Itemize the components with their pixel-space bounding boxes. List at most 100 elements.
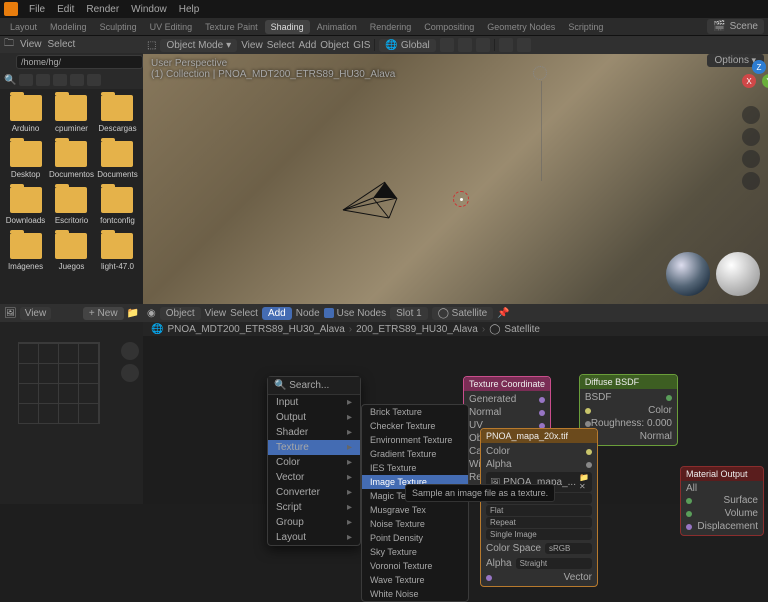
3d-viewport[interactable]: ⬚ Object Mode▾ View Select Add Object GI… <box>143 36 768 304</box>
folder-item[interactable]: Arduino <box>4 95 47 133</box>
addmenu-item[interactable]: Layout▸ <box>268 530 360 545</box>
pin-icon[interactable]: 📌 <box>497 308 509 319</box>
fb-menu-view[interactable]: View <box>20 39 42 50</box>
material-dropdown[interactable]: ◯ Satellite <box>432 307 494 320</box>
uv-pan-icon[interactable] <box>121 342 139 360</box>
menu-file[interactable]: File <box>24 2 50 17</box>
node-material-output[interactable]: Material Output All Surface Volume Displ… <box>680 466 764 536</box>
folder-item[interactable]: Escritorio <box>49 187 94 225</box>
tab-rendering[interactable]: Rendering <box>364 20 418 34</box>
axis-y-icon[interactable]: Y <box>762 74 768 88</box>
slot-dropdown[interactable]: Slot 1 <box>390 307 428 320</box>
np-menu-select[interactable]: Select <box>230 308 258 319</box>
axis-x-icon[interactable]: X <box>742 74 756 88</box>
submenu-item[interactable]: Point Density <box>362 531 468 545</box>
persp-icon[interactable] <box>742 172 760 190</box>
camera-view-icon[interactable] <box>742 150 760 168</box>
shader-type-dropdown[interactable]: Object <box>160 307 201 320</box>
tab-uvediting[interactable]: UV Editing <box>144 20 199 34</box>
submenu-item[interactable]: Noise Texture <box>362 517 468 531</box>
pan-icon[interactable] <box>742 128 760 146</box>
shading-icon[interactable] <box>517 38 531 52</box>
tab-sculpting[interactable]: Sculpting <box>94 20 143 34</box>
addmenu-item[interactable]: Script▸ <box>268 500 360 515</box>
display-thumb-icon[interactable] <box>53 74 67 86</box>
folder-item[interactable]: Juegos <box>49 233 94 271</box>
np-menu-view[interactable]: View <box>205 308 227 319</box>
camera-object[interactable] <box>343 176 403 236</box>
search-icon[interactable]: 🔍 <box>4 75 16 86</box>
addmenu-item[interactable]: Group▸ <box>268 515 360 530</box>
node-image-texture[interactable]: PNOA_mapa_20x.tif Color Alpha 🖼 PNOA_map… <box>480 428 598 587</box>
addmenu-item[interactable]: Color▸ <box>268 455 360 470</box>
image-editor-icon[interactable]: 🖼 <box>4 308 17 319</box>
imgtex-source[interactable]: Single Image <box>486 529 592 540</box>
folder-item[interactable]: fontconfig <box>96 187 139 225</box>
submenu-item[interactable]: Brick Texture <box>362 405 468 419</box>
folder-item[interactable]: Imágenes <box>4 233 47 271</box>
tab-geonodes[interactable]: Geometry Nodes <box>481 20 561 34</box>
submenu-item[interactable]: Checker Texture <box>362 419 468 433</box>
uv-grid[interactable] <box>18 342 100 424</box>
vp-menu-gis[interactable]: GIS <box>353 40 370 51</box>
open-image-icon[interactable]: 📁 <box>127 308 139 319</box>
submenu-item[interactable]: Wave Texture <box>362 573 468 587</box>
addmenu-item[interactable]: Input▸ <box>268 395 360 410</box>
fb-menu-select[interactable]: Select <box>48 39 76 50</box>
folder-item[interactable]: Documentos <box>49 141 94 179</box>
folder-item[interactable]: Documents <box>96 141 139 179</box>
path-input[interactable] <box>16 55 143 69</box>
tab-layout[interactable]: Layout <box>4 20 43 34</box>
vp-menu-add[interactable]: Add <box>298 40 316 51</box>
submenu-item[interactable]: Sky Texture <box>362 545 468 559</box>
uv-zoom-icon[interactable] <box>121 364 139 382</box>
vp-menu-view[interactable]: View <box>241 40 263 51</box>
submenu-item[interactable]: Gradient Texture <box>362 447 468 461</box>
display-mode-icon[interactable] <box>19 74 33 86</box>
scene-selector[interactable]: 🎬Scene <box>707 19 764 34</box>
add-search[interactable]: 🔍 Search... <box>268 377 360 395</box>
submenu-item[interactable]: Environment Texture <box>362 433 468 447</box>
menu-help[interactable]: Help <box>174 2 205 17</box>
fb-editor-icon[interactable]: 🗀 <box>4 36 14 53</box>
proportional-icon[interactable] <box>476 38 490 52</box>
orientation-dropdown[interactable]: 🌐Global <box>379 39 435 52</box>
tab-compositing[interactable]: Compositing <box>418 20 480 34</box>
submenu-item[interactable]: IES Texture <box>362 461 468 475</box>
folder-item[interactable]: Desktop <box>4 141 47 179</box>
pivot-icon[interactable] <box>458 38 472 52</box>
tab-shading[interactable]: Shading <box>265 20 310 34</box>
use-nodes-checkbox[interactable]: Use Nodes <box>324 308 386 319</box>
folder-item[interactable]: light-47.0 <box>96 233 139 271</box>
sort-icon[interactable] <box>70 74 84 86</box>
zoom-icon[interactable] <box>742 106 760 124</box>
axis-z-icon[interactable]: Z <box>752 60 766 74</box>
vp-menu-object[interactable]: Object <box>320 40 349 51</box>
submenu-item[interactable]: Voronoi Texture <box>362 559 468 573</box>
vp-menu-select[interactable]: Select <box>267 40 295 51</box>
tab-texturepaint[interactable]: Texture Paint <box>199 20 264 34</box>
addmenu-item[interactable]: Texture▸ <box>268 440 360 455</box>
folder-item[interactable]: Descargas <box>96 95 139 133</box>
snap-icon[interactable] <box>440 38 454 52</box>
np-menu-node[interactable]: Node <box>296 308 320 319</box>
imgtex-ext[interactable]: Repeat <box>486 517 592 528</box>
display-list-icon[interactable] <box>36 74 50 86</box>
node-editor-icon[interactable]: ◉ <box>147 308 156 319</box>
addmenu-item[interactable]: Vector▸ <box>268 470 360 485</box>
filter-icon[interactable] <box>87 74 101 86</box>
submenu-item[interactable]: White Noise <box>362 587 468 601</box>
editor-type-icon[interactable]: ⬚ <box>147 40 156 51</box>
addmenu-item[interactable]: Output▸ <box>268 410 360 425</box>
light-object[interactable] <box>533 66 547 80</box>
folder-item[interactable]: Downloads <box>4 187 47 225</box>
tab-modeling[interactable]: Modeling <box>44 20 93 34</box>
menu-edit[interactable]: Edit <box>52 2 79 17</box>
np-menu-add[interactable]: Add <box>262 307 292 320</box>
addmenu-item[interactable]: Shader▸ <box>268 425 360 440</box>
menu-render[interactable]: Render <box>81 2 124 17</box>
overlay-icon[interactable] <box>499 38 513 52</box>
node-canvas[interactable]: 🔍 Search... Input▸Output▸Shader▸Texture▸… <box>143 336 768 504</box>
new-image-button[interactable]: + New <box>83 307 124 320</box>
submenu-item[interactable]: Musgrave Tex <box>362 503 468 517</box>
